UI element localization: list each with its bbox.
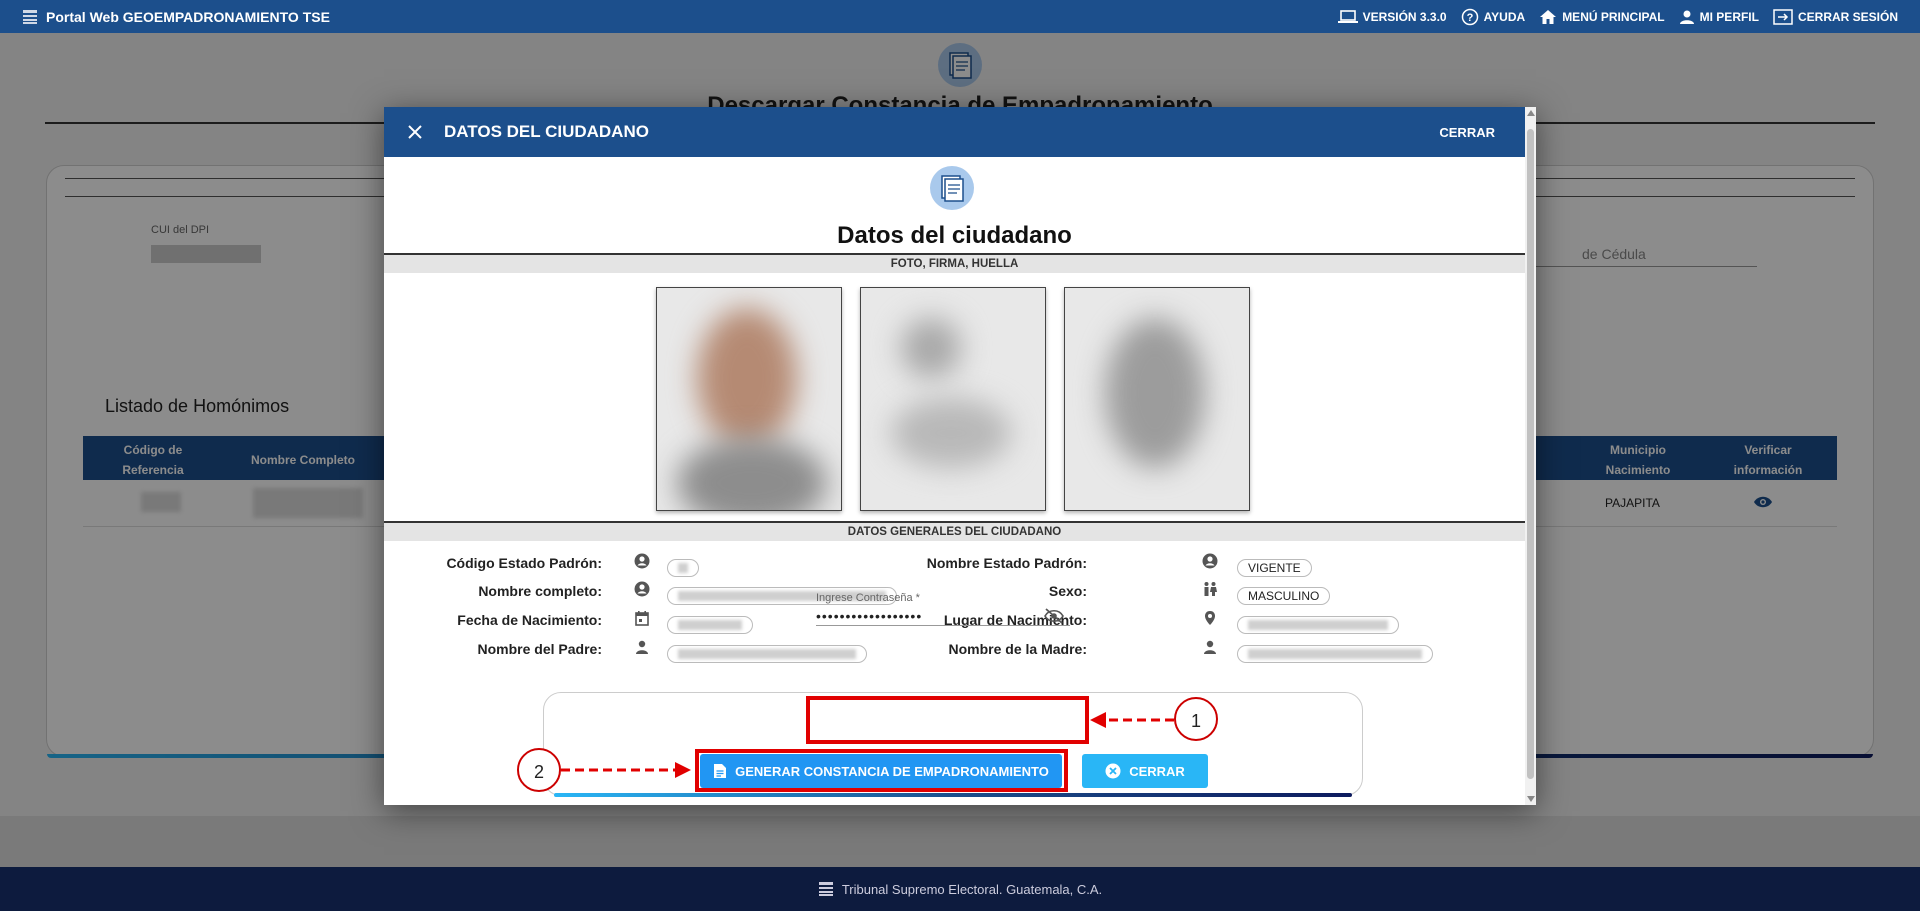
profile-label: MI PERFIL [1699, 9, 1759, 24]
dialog-close-button[interactable]: CERRAR [1082, 754, 1208, 788]
callout-arrow-2 [561, 762, 691, 778]
laptop-icon [1337, 9, 1358, 23]
password-underline [816, 625, 1070, 626]
footer-spacer [0, 816, 1920, 867]
dialog-header: DATOS DEL CIUDADANO CERRAR [384, 107, 1525, 157]
version-label: VERSIÓN 3.3.0 [1362, 9, 1447, 24]
nombre-completo-label: Nombre completo: [478, 583, 602, 599]
person-icon [636, 640, 648, 654]
calendar-icon [635, 611, 649, 626]
dialog-title: DATOS DEL CIUDADANO [444, 122, 649, 141]
person-icon [1204, 640, 1216, 654]
tse-logo-icon [818, 882, 833, 896]
top-bar: Portal Web GEOEMPADRONAMIENTO TSE VERSIÓ… [0, 0, 1920, 33]
lugar-nacimiento-value [1237, 616, 1399, 634]
nombre-madre-value [1237, 645, 1433, 663]
callout-number-1: 1 [1174, 697, 1218, 741]
panel-accent [554, 793, 1352, 797]
codigo-estado-label: Código Estado Padrón: [446, 555, 602, 571]
profile-link[interactable]: MI PERFIL [1679, 9, 1759, 25]
citizen-signature [860, 287, 1046, 511]
citizen-fingerprint [1064, 287, 1250, 511]
version-item[interactable]: VERSIÓN 3.3.0 [1337, 9, 1447, 24]
account-circle-icon [634, 553, 650, 569]
account-circle-icon [634, 581, 650, 597]
gender-icon [1204, 582, 1217, 596]
highlight-password [806, 696, 1089, 744]
help-icon: ? [1461, 8, 1478, 25]
section-media-header: FOTO, FIRMA, HUELLA [384, 253, 1525, 273]
help-link[interactable]: ? AYUDA [1461, 8, 1526, 26]
home-icon [1540, 9, 1557, 24]
app-title: Portal Web GEOEMPADRONAMIENTO TSE [46, 8, 330, 25]
scroll-down-arrow[interactable] [1527, 796, 1535, 802]
main-menu-label: MENÚ PRINCIPAL [1562, 9, 1665, 24]
document-folder-icon [930, 166, 974, 210]
password-field[interactable]: Ingrese Contraseña * •••••••••••••••••• [806, 588, 1086, 628]
codigo-estado-value [667, 559, 699, 577]
person-icon [1679, 10, 1694, 24]
footer-text: Tribunal Supremo Electoral. Guatemala, C… [841, 881, 1103, 897]
account-circle-icon [1202, 553, 1218, 569]
citizen-photo [656, 287, 842, 511]
callout-arrow-1 [1090, 712, 1174, 728]
svg-text:?: ? [1466, 12, 1473, 24]
header-close-button[interactable]: CERRAR [1439, 125, 1495, 140]
fecha-nacimiento-value [667, 616, 753, 634]
close-icon[interactable] [408, 125, 422, 139]
dialog-scrollbar[interactable] [1525, 107, 1536, 805]
password-label: Ingrese Contraseña * [816, 592, 920, 604]
logout-label: CERRAR SESIÓN [1797, 9, 1898, 24]
logout-link[interactable]: CERRAR SESIÓN [1773, 8, 1898, 25]
fecha-nacimiento-label: Fecha de Nacimiento: [457, 612, 602, 628]
location-pin-icon [1205, 611, 1215, 625]
top-nav: VERSIÓN 3.3.0 ? AYUDA MENÚ PRINCIPAL MI … [1324, 8, 1898, 26]
visibility-off-icon[interactable] [1044, 608, 1064, 624]
main-menu-link[interactable]: MENÚ PRINCIPAL [1539, 9, 1665, 25]
section-general-header: DATOS GENERALES DEL CIUDADANO [384, 521, 1525, 541]
nombre-padre-label: Nombre del Padre: [477, 641, 602, 657]
app-brand[interactable]: Portal Web GEOEMPADRONAMIENTO TSE [22, 9, 330, 25]
callout-number-2: 2 [517, 748, 561, 792]
nombre-madre-label: Nombre de la Madre: [948, 641, 1087, 657]
close-button-label: CERRAR [1129, 763, 1185, 779]
sexo-value: MASCULINO [1237, 587, 1331, 605]
logout-icon [1773, 8, 1793, 25]
nombre-estado-label: Nombre Estado Padrón: [926, 555, 1087, 571]
footer: Tribunal Supremo Electoral. Guatemala, C… [0, 867, 1920, 911]
dialog-main-title: Datos del ciudadano [837, 222, 1072, 249]
scroll-up-arrow[interactable] [1527, 110, 1535, 116]
scroll-thumb[interactable] [1527, 129, 1534, 779]
nombre-estado-value: VIGENTE [1237, 559, 1312, 577]
tse-logo-icon [23, 9, 37, 24]
password-value[interactable]: •••••••••••••••••• [816, 608, 922, 624]
help-label: AYUDA [1483, 9, 1526, 24]
highlight-generate [695, 749, 1068, 792]
cancel-icon [1105, 763, 1121, 779]
